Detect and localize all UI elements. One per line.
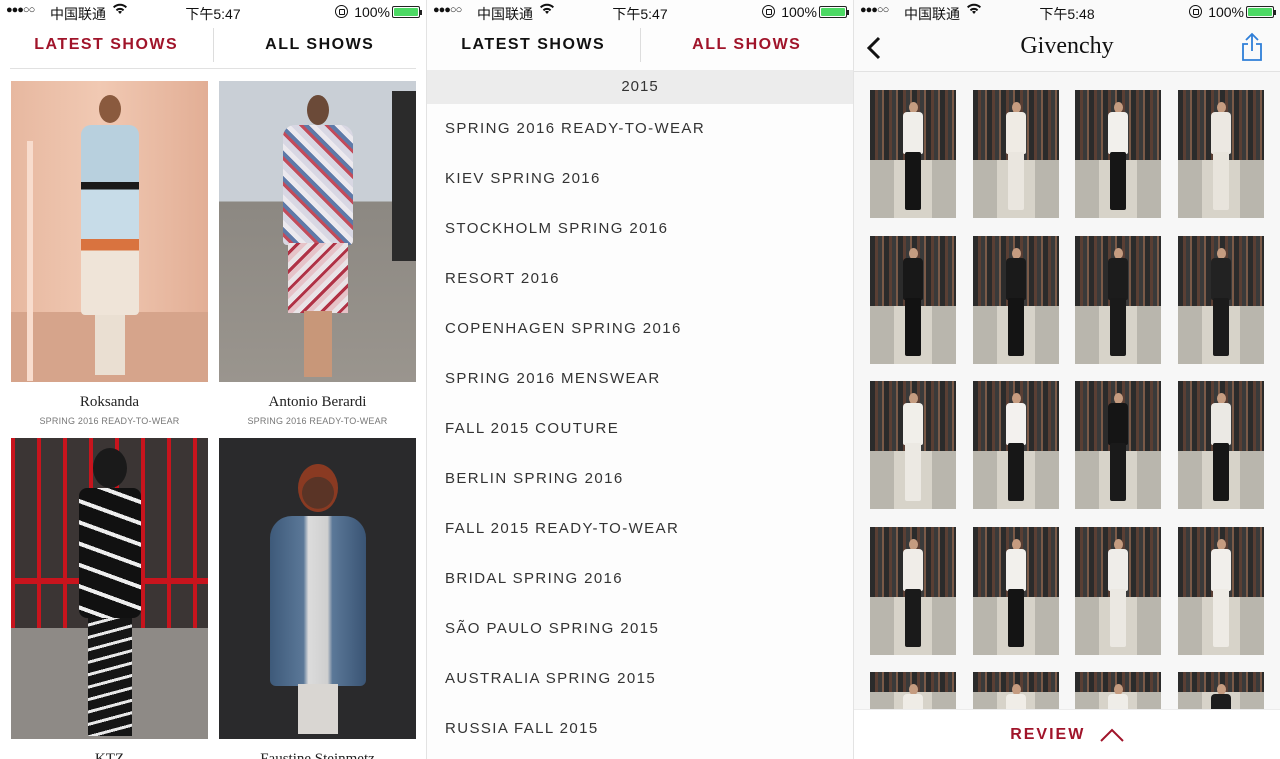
rotation-lock-icon <box>335 5 348 18</box>
look-thumbnail[interactable] <box>973 672 1059 709</box>
look-thumbnail[interactable] <box>870 672 956 709</box>
show-photo <box>11 438 208 739</box>
list-item[interactable]: SPRING 2016 READY-TO-WEAR <box>427 104 853 154</box>
tab-all-shows[interactable]: ALL SHOWS <box>641 26 854 66</box>
look-thumbnail[interactable] <box>1075 527 1161 655</box>
latest-shows-screen: ●●●○○ 中国联通 下午5:47 100% LATEST SHOWS ALL … <box>0 0 426 759</box>
battery-percent: 100% <box>1208 4 1244 20</box>
look-thumbnail[interactable] <box>870 236 956 364</box>
review-bar[interactable]: REVIEW <box>854 709 1280 759</box>
look-thumbnail[interactable] <box>1178 381 1264 509</box>
list-item[interactable]: SÃO PAULO SPRING 2015 <box>427 604 853 654</box>
tab-latest-shows[interactable]: LATEST SHOWS <box>0 26 213 66</box>
show-photo <box>11 81 208 382</box>
status-bar: ●●●○○ 中国联通 下午5:47 100% <box>427 0 853 24</box>
shows-tabs: LATEST SHOWS ALL SHOWS <box>0 26 426 66</box>
look-thumbnail[interactable] <box>973 381 1059 509</box>
chevron-up-icon[interactable] <box>1100 728 1124 742</box>
designer-name: KTZ <box>94 751 125 759</box>
page-title: Givenchy <box>1020 33 1114 59</box>
show-card-faustine-steinmetz[interactable]: Faustine Steinmetz <box>219 438 416 759</box>
tab-latest-shows[interactable]: LATEST SHOWS <box>427 26 640 66</box>
list-item[interactable]: FALL 2015 READY-TO-WEAR <box>427 504 853 554</box>
shows-tabs: LATEST SHOWS ALL SHOWS <box>427 26 853 66</box>
look-thumbnail[interactable] <box>870 90 956 218</box>
season-list: SPRING 2016 READY-TO-WEAR KIEV SPRING 20… <box>427 104 853 754</box>
look-thumbnail[interactable] <box>1178 90 1264 218</box>
look-thumbnail[interactable] <box>1178 527 1264 655</box>
battery-percent: 100% <box>781 4 817 20</box>
battery-icon <box>1246 6 1276 18</box>
show-card-antonio-berardi[interactable]: Antonio Berardi SPRING 2016 READY-TO-WEA… <box>219 81 416 426</box>
designer-collection-screen: ●●●○○ 中国联通 下午5:48 100% Givenchy REVIEW <box>854 0 1280 759</box>
designer-name: Faustine Steinmetz <box>260 751 375 759</box>
look-thumbnail[interactable] <box>870 381 956 509</box>
year-section-header: 2015 <box>427 70 853 104</box>
show-photo <box>219 438 416 739</box>
review-button[interactable]: REVIEW <box>1010 710 1085 759</box>
rotation-lock-icon <box>1189 5 1202 18</box>
look-thumbnail[interactable] <box>973 236 1059 364</box>
battery-icon <box>819 6 849 18</box>
designer-name: Roksanda <box>79 394 140 410</box>
look-thumbnail[interactable] <box>1178 236 1264 364</box>
list-item[interactable]: BERLIN SPRING 2016 <box>427 454 853 504</box>
list-item[interactable]: BRIDAL SPRING 2016 <box>427 554 853 604</box>
show-photo <box>219 81 416 382</box>
show-card-ktz[interactable]: KTZ <box>11 438 208 759</box>
battery-icon <box>392 6 422 18</box>
status-bar: ●●●○○ 中国联通 下午5:47 100% <box>0 0 426 24</box>
designer-name: Antonio Berardi <box>268 394 367 410</box>
list-item[interactable]: AUSTRALIA SPRING 2015 <box>427 654 853 704</box>
show-card-roksanda[interactable]: Roksanda SPRING 2016 READY-TO-WEAR <box>11 81 208 426</box>
nav-bar: Givenchy <box>854 24 1280 72</box>
look-thumbnail[interactable] <box>1075 236 1161 364</box>
look-thumbnail[interactable] <box>1075 672 1161 709</box>
battery-percent: 100% <box>354 4 390 20</box>
list-item[interactable]: STOCKHOLM SPRING 2016 <box>427 204 853 254</box>
list-item[interactable]: RUSSIA FALL 2015 <box>427 704 853 754</box>
list-item[interactable]: FALL 2015 COUTURE <box>427 404 853 454</box>
list-item[interactable]: RESORT 2016 <box>427 254 853 304</box>
look-thumbnail[interactable] <box>973 527 1059 655</box>
status-bar: ●●●○○ 中国联通 下午5:48 100% <box>854 0 1280 24</box>
season-label: SPRING 2016 READY-TO-WEAR <box>247 416 388 426</box>
look-thumbnail[interactable] <box>870 527 956 655</box>
look-thumbnail[interactable] <box>973 90 1059 218</box>
look-thumbnail[interactable] <box>1075 381 1161 509</box>
list-item[interactable]: SPRING 2016 MENSWEAR <box>427 354 853 404</box>
look-thumbnail[interactable] <box>1075 90 1161 218</box>
share-icon[interactable] <box>1240 32 1264 62</box>
rotation-lock-icon <box>762 5 775 18</box>
tab-all-shows[interactable]: ALL SHOWS <box>214 26 427 66</box>
all-shows-screen: ●●●○○ 中国联通 下午5:47 100% LATEST SHOWS ALL … <box>427 0 853 759</box>
list-item[interactable]: COPENHAGEN SPRING 2016 <box>427 304 853 354</box>
list-item[interactable]: KIEV SPRING 2016 <box>427 154 853 204</box>
tabs-divider <box>10 68 416 69</box>
look-thumbnail[interactable] <box>1178 672 1264 709</box>
season-label: SPRING 2016 READY-TO-WEAR <box>39 416 180 426</box>
